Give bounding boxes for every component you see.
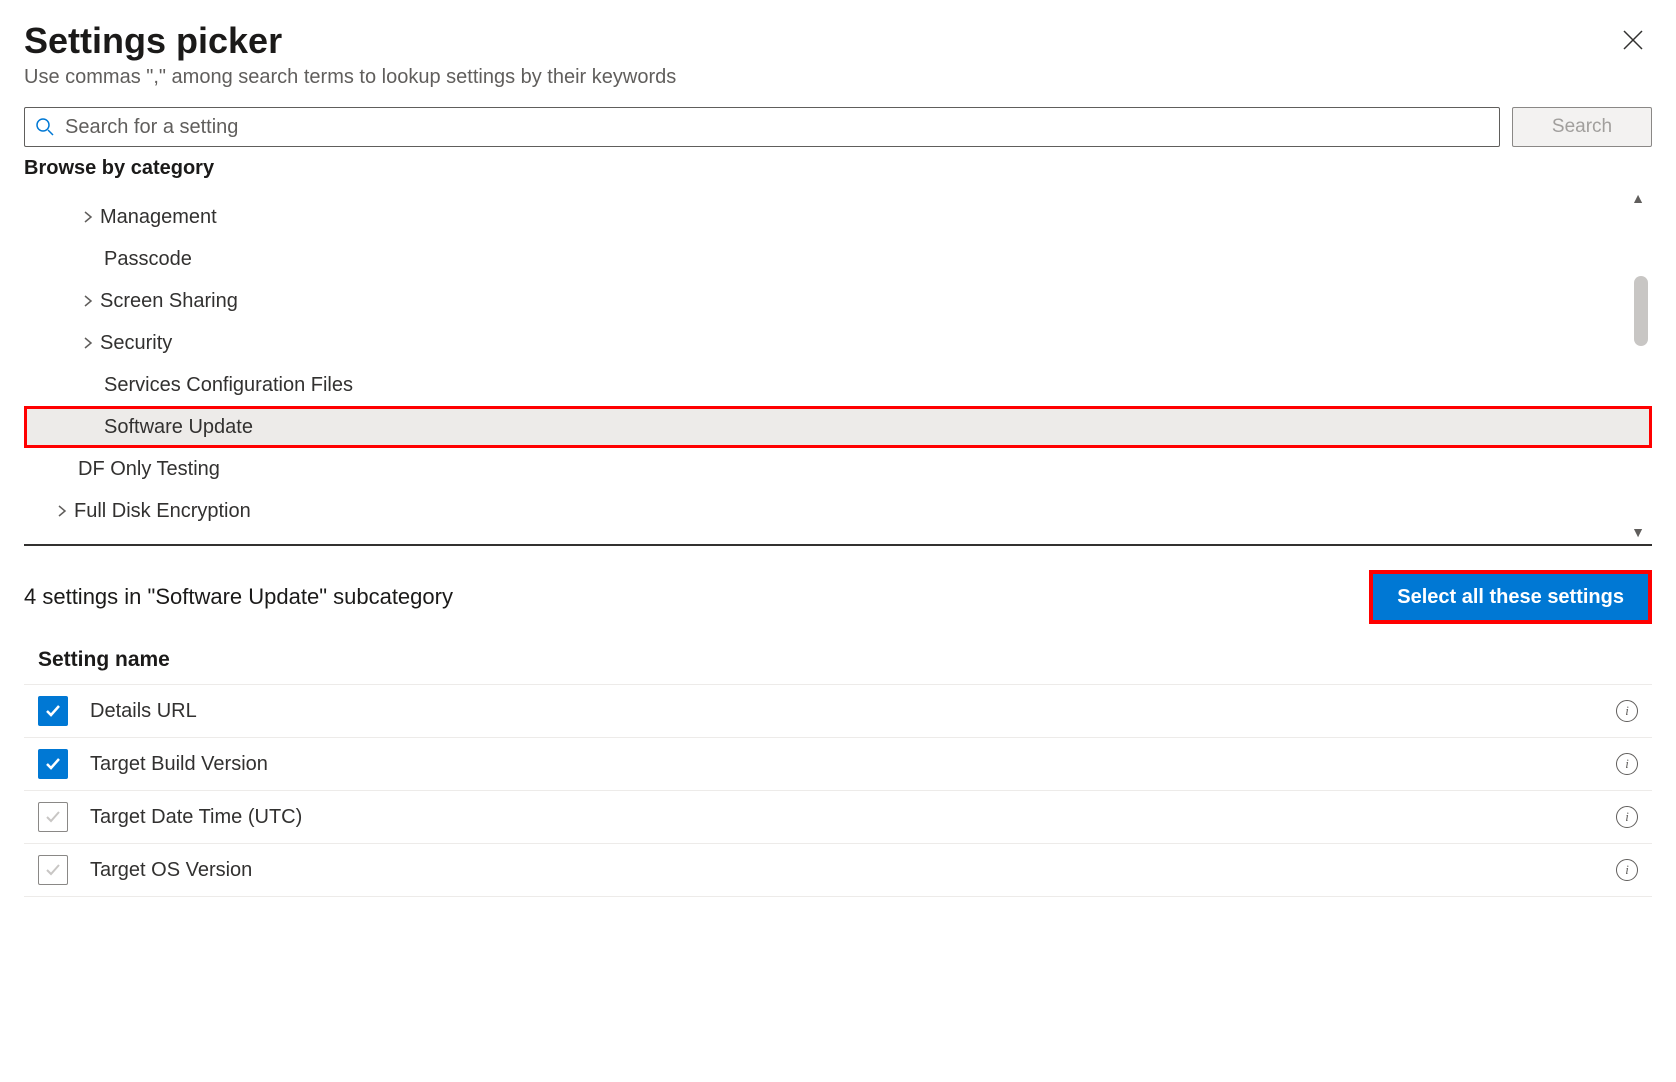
category-label: Services Configuration Files [104, 374, 353, 397]
category-tree-pane: Management Passcode Screen Sharing Security… [24, 186, 1652, 546]
check-icon [43, 860, 63, 880]
search-button[interactable]: Search [1512, 107, 1652, 147]
search-input[interactable] [65, 116, 1489, 139]
page-subtitle: Use commas "," among search terms to loo… [24, 66, 676, 89]
category-label: Full Disk Encryption [74, 500, 251, 523]
category-item-software-update[interactable]: Software Update [24, 406, 1652, 448]
chevron-right-icon [76, 211, 100, 223]
check-icon [43, 754, 63, 774]
setting-row: Details URLi [24, 685, 1652, 738]
category-label: Software Update [104, 416, 253, 439]
setting-row: Target Date Time (UTC)i [24, 791, 1652, 844]
chevron-right-icon [50, 505, 74, 517]
setting-checkbox[interactable] [38, 749, 68, 779]
setting-name-label: Target OS Version [90, 859, 1616, 882]
chevron-right-icon [76, 295, 100, 307]
category-label: DF Only Testing [78, 458, 220, 481]
category-item-df-only-testing[interactable]: DF Only Testing [24, 448, 1652, 490]
setting-name-label: Target Build Version [90, 753, 1616, 776]
select-all-button[interactable]: Select all these settings [1373, 574, 1648, 620]
browse-by-category-label: Browse by category [24, 157, 1652, 180]
category-label: Passcode [104, 248, 192, 271]
select-all-highlight: Select all these settings [1369, 570, 1652, 624]
category-item-passcode[interactable]: Passcode [24, 238, 1652, 280]
setting-checkbox[interactable] [38, 802, 68, 832]
category-label: Security [100, 332, 172, 355]
scroll-up-arrow-icon[interactable]: ▲ [1631, 190, 1645, 206]
close-button[interactable] [1614, 24, 1652, 60]
info-icon[interactable]: i [1616, 859, 1638, 881]
setting-name-column-header: Setting name [24, 648, 1652, 685]
setting-name-label: Details URL [90, 700, 1616, 723]
category-item-full-disk-encryption[interactable]: Full Disk Encryption [24, 490, 1652, 532]
info-icon[interactable]: i [1616, 753, 1638, 775]
category-item-management[interactable]: Management [24, 196, 1652, 238]
setting-row: Target Build Versioni [24, 738, 1652, 791]
scroll-down-arrow-icon[interactable]: ▼ [1631, 524, 1645, 540]
page-title: Settings picker [24, 20, 676, 62]
setting-name-label: Target Date Time (UTC) [90, 806, 1616, 829]
category-item-services-configuration-files[interactable]: Services Configuration Files [24, 364, 1652, 406]
search-icon [35, 117, 55, 137]
check-icon [43, 807, 63, 827]
category-item-screen-sharing[interactable]: Screen Sharing [24, 280, 1652, 322]
info-icon[interactable]: i [1616, 806, 1638, 828]
close-icon [1622, 29, 1644, 51]
setting-checkbox[interactable] [38, 855, 68, 885]
category-item-security[interactable]: Security [24, 322, 1652, 364]
category-label: Screen Sharing [100, 290, 238, 313]
info-icon[interactable]: i [1616, 700, 1638, 722]
search-field-wrap[interactable] [24, 107, 1500, 147]
settings-count-summary: 4 settings in "Software Update" subcateg… [24, 584, 453, 610]
setting-checkbox[interactable] [38, 696, 68, 726]
category-label: Management [100, 206, 217, 229]
check-icon [43, 701, 63, 721]
chevron-right-icon [76, 337, 100, 349]
setting-row: Target OS Versioni [24, 844, 1652, 897]
